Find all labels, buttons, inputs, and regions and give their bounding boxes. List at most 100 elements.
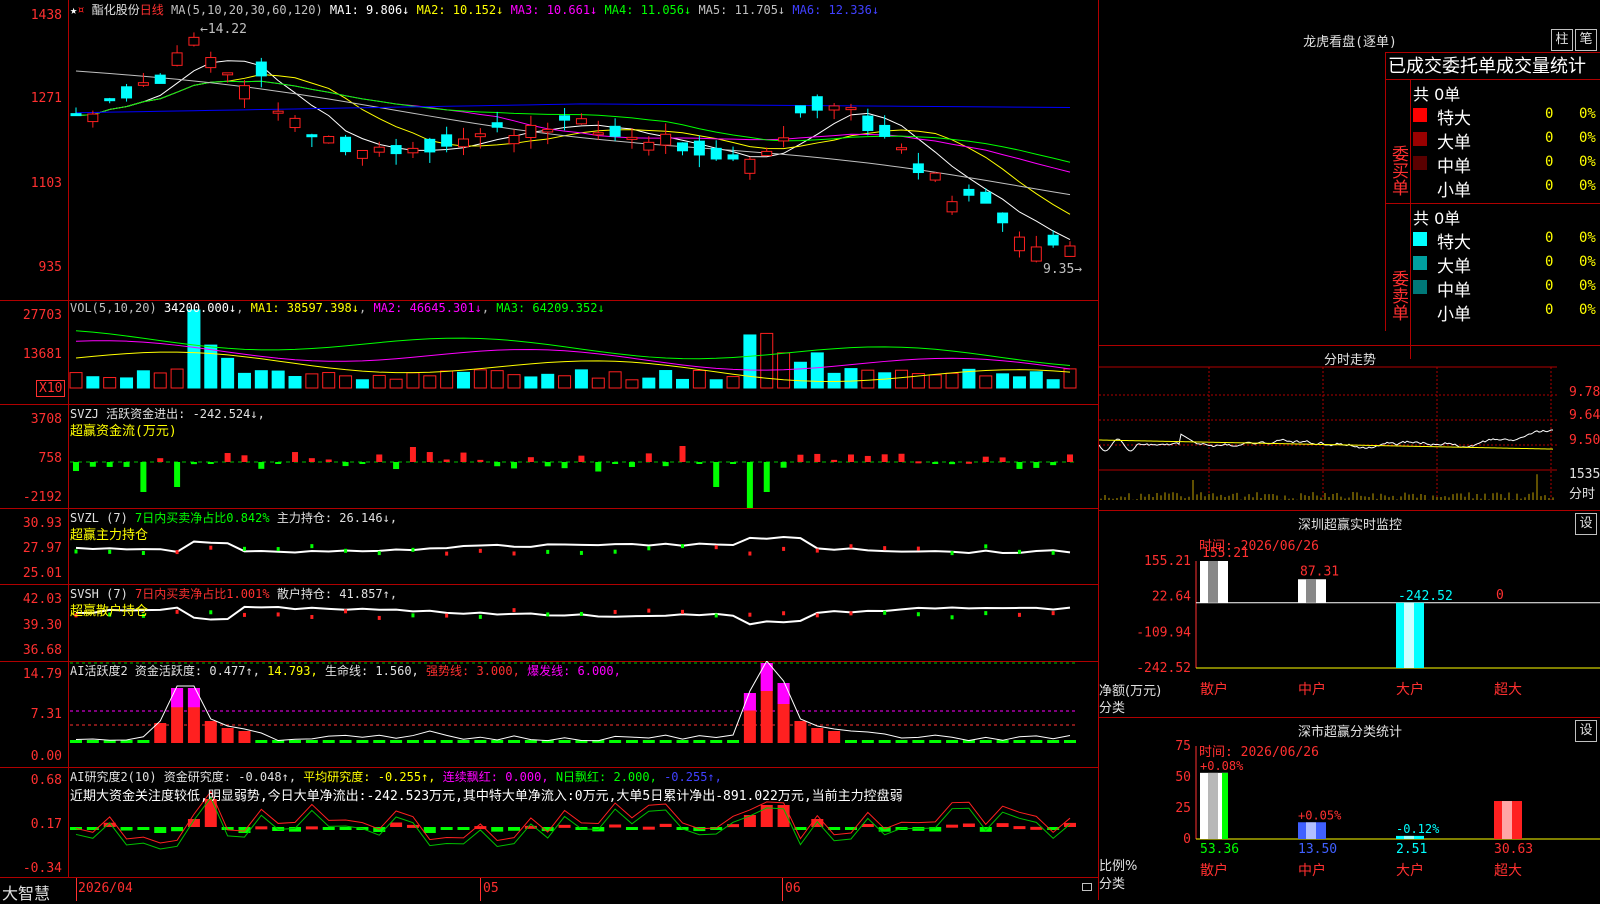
candle-body <box>424 138 436 153</box>
order-count: 0 <box>1545 154 1554 170</box>
volume-chart[interactable] <box>0 300 1098 404</box>
classify-tick: 0 <box>1183 832 1191 847</box>
svzj-bar <box>679 446 686 462</box>
ma1-key: MA1: <box>329 3 367 17</box>
svzj-bar <box>1016 462 1023 469</box>
intraday-chart[interactable] <box>1099 345 1600 510</box>
order-percent: 0% <box>1579 278 1596 294</box>
order-count: 0 <box>1545 178 1554 194</box>
svzj-bar <box>325 459 332 462</box>
svzj-bar <box>780 462 787 468</box>
vol-ma2: MA2: 46645.301↓ <box>373 301 482 315</box>
holding-tick <box>984 611 988 616</box>
ai-research-header: AI研究度2(10) 资金研究度: -0.048↑, 平均研究度: -0.255… <box>70 768 722 785</box>
volume-bar <box>591 377 605 389</box>
candle-body <box>1013 236 1025 252</box>
holding-tick <box>714 545 718 550</box>
order-count: 0 <box>1545 130 1554 146</box>
candle-body <box>474 133 486 138</box>
svzj-bar <box>932 462 939 464</box>
volume-bar <box>996 373 1010 389</box>
classify-category: 超大 <box>1494 863 1522 879</box>
ma6-value: MA6: 12.336↓ <box>792 3 879 17</box>
candle-body <box>323 135 335 144</box>
ai2-avg: 平均研究度: -0.255↑, <box>303 770 436 784</box>
holding-tick <box>377 615 381 620</box>
activity-bar-low <box>390 740 403 743</box>
ma-line-4 <box>75 80 1071 163</box>
svzj-bar <box>207 462 214 464</box>
candle-body <box>710 147 722 160</box>
ai-research-panel[interactable]: 0.68 0.17 -0.34 AI研究度2(10) 资金研究度: -0.048… <box>0 767 1098 877</box>
candle-body <box>373 146 385 153</box>
volume-panel[interactable]: 27703 13681 X10 VOL(5,10,20) 34200.000↓,… <box>0 300 1098 405</box>
bar-mode-button[interactable]: 柱 <box>1551 29 1573 51</box>
svzj-bar <box>494 462 501 467</box>
holding-tick <box>546 549 550 554</box>
candle-body <box>963 188 975 196</box>
svzj-bar <box>1033 462 1040 468</box>
research-bar <box>491 827 504 832</box>
candle-body <box>811 96 823 111</box>
candlestick-chart[interactable] <box>0 0 1098 300</box>
monitor-category: 散户 <box>1200 681 1228 698</box>
volume-bar <box>827 372 841 389</box>
ma1-val: 9.806↓ <box>366 3 410 17</box>
candle-body <box>255 61 267 77</box>
order-row-2: 中单 0 0% <box>1413 152 1600 177</box>
intraday-panel[interactable]: 分时走势 9.78 9.64 9.50 1535 分时 <box>1098 345 1600 511</box>
activity-bar-peak <box>777 683 790 704</box>
svsh-panel[interactable]: 42.03 39.30 36.68 SVSH (7) 7日内买卖净占比1.001… <box>0 584 1098 662</box>
price-panel[interactable]: 1438 1271 1103 935 ★¤ 酯化股份日线 MA(5,10,20,… <box>0 0 1098 301</box>
volume-bar <box>406 372 420 389</box>
svzj-bar <box>864 455 871 462</box>
svzj-bar <box>544 462 551 467</box>
intraday-tick: 9.78 <box>1569 385 1600 400</box>
activity-bar-low <box>659 740 672 743</box>
research-bar <box>1013 826 1026 830</box>
candle-body <box>356 149 368 159</box>
volume-bar <box>456 371 470 389</box>
volume-bar <box>372 374 386 389</box>
svzj-bar <box>730 462 737 464</box>
svzj-bar <box>1067 454 1073 462</box>
date-axis: 大智慧 2026/04 05 06 <box>0 877 1098 903</box>
holding-tick <box>108 549 112 554</box>
stock-name: 酯化股份 <box>91 3 140 17</box>
candle-body <box>441 134 453 147</box>
volume-bar <box>878 372 892 389</box>
classify-value-label: 13.50 <box>1298 842 1337 857</box>
order-percent: 0% <box>1579 302 1596 318</box>
classify-bar-shine <box>1502 801 1512 839</box>
volume-bar <box>473 369 487 389</box>
volume-bar <box>743 334 757 389</box>
candle-body <box>677 142 689 152</box>
monitor-category: 中户 <box>1298 681 1326 698</box>
svzj-bar <box>898 453 905 462</box>
period-label[interactable]: 日线 <box>140 3 164 17</box>
monitor-bar-chart: 155.21 22.64 -109.94 -242.52 155.21 散户 87.31 中户… <box>1136 546 1600 698</box>
lock-icon[interactable] <box>1082 883 1092 891</box>
svzl-panel[interactable]: 30.93 27.97 25.01 SVZL (7) 7日内买卖净占比0.842… <box>0 508 1098 585</box>
volume-bar <box>237 372 251 389</box>
candle-body <box>205 57 217 69</box>
candle-body <box>491 122 503 128</box>
volume-bar <box>541 373 555 389</box>
activity-bar-low <box>558 740 571 743</box>
order-percent: 0% <box>1579 254 1596 270</box>
svzj-panel[interactable]: 3708 758 -2192 SVZJ 活跃资金进出: -242.524↓, 超… <box>0 404 1098 509</box>
svzj-bar <box>174 462 181 487</box>
holding-tick <box>276 612 280 617</box>
ai-activity-panel[interactable]: 14.79 7.31 0.00 AI活跃度2 资金活跃度: 0.477↑, 14… <box>0 661 1098 768</box>
volume-bar <box>810 352 824 389</box>
flag-icon[interactable]: ¤ <box>77 3 84 17</box>
activity-bar-low <box>727 740 740 743</box>
candle-body <box>137 82 149 86</box>
tick-mode-button[interactable]: 笔 <box>1575 29 1597 51</box>
holding-tick <box>815 613 819 618</box>
activity-bar-low <box>305 740 318 743</box>
candle-body <box>660 133 672 146</box>
holding-tick <box>579 550 583 555</box>
ma-line-6 <box>75 103 1071 114</box>
activity-bar-peak <box>171 688 184 708</box>
